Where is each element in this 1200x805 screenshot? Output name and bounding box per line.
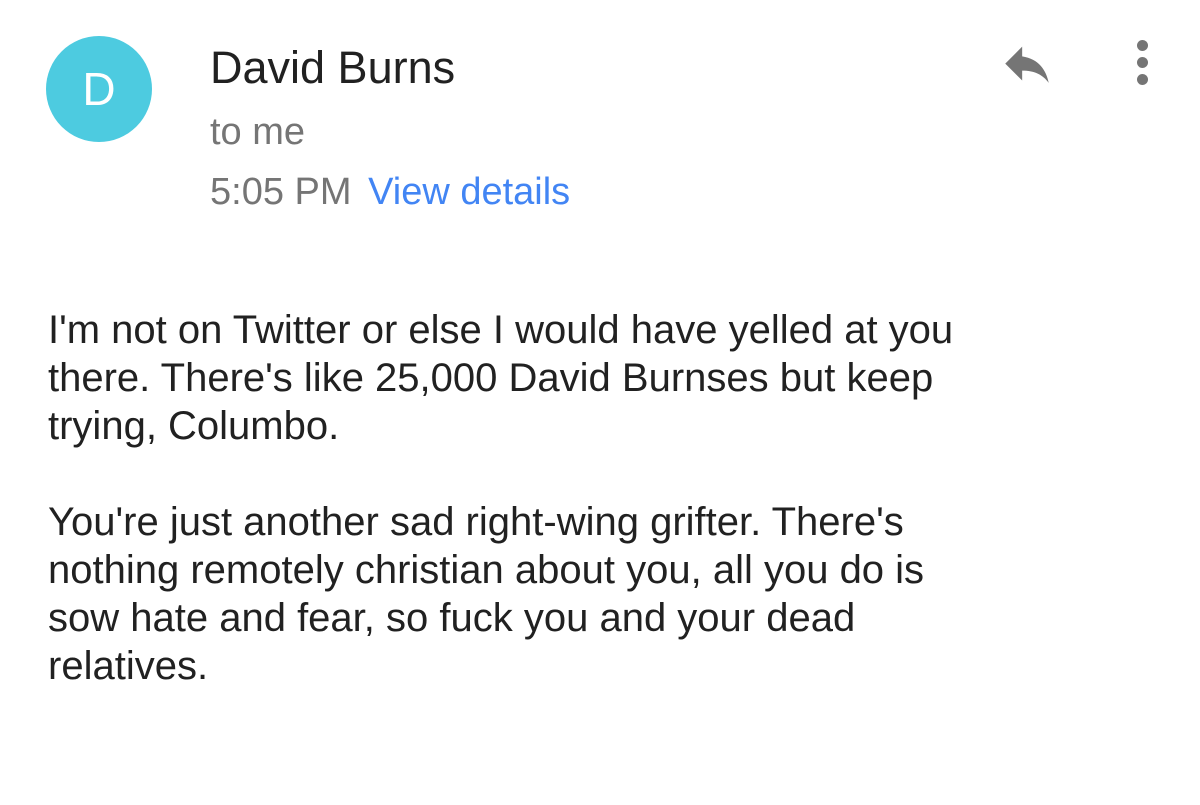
body-paragraph: I'm not on Twitter or else I would have … [48,308,954,448]
email-message-view: D David Burns to me 5:05 PM View details… [0,0,1200,805]
more-vertical-icon [1136,73,1148,85]
more-options-button[interactable] [1122,32,1162,92]
sender-avatar[interactable]: D [46,36,152,142]
more-vertical-icon [1136,56,1148,68]
message-time: 5:05 PM [210,171,352,213]
reply-icon [1005,46,1049,83]
message-body: I'm not on Twitter or else I would have … [48,306,1168,690]
message-meta: 5:05 PM View details [210,168,570,216]
more-vertical-icon [1136,39,1148,51]
recipient-line: to me [210,111,306,153]
sender-name: David Burns [210,42,456,93]
view-details-link[interactable]: View details [368,171,570,213]
body-paragraph: You're just another sad right-wing grift… [48,500,925,688]
reply-button[interactable] [996,38,1058,94]
